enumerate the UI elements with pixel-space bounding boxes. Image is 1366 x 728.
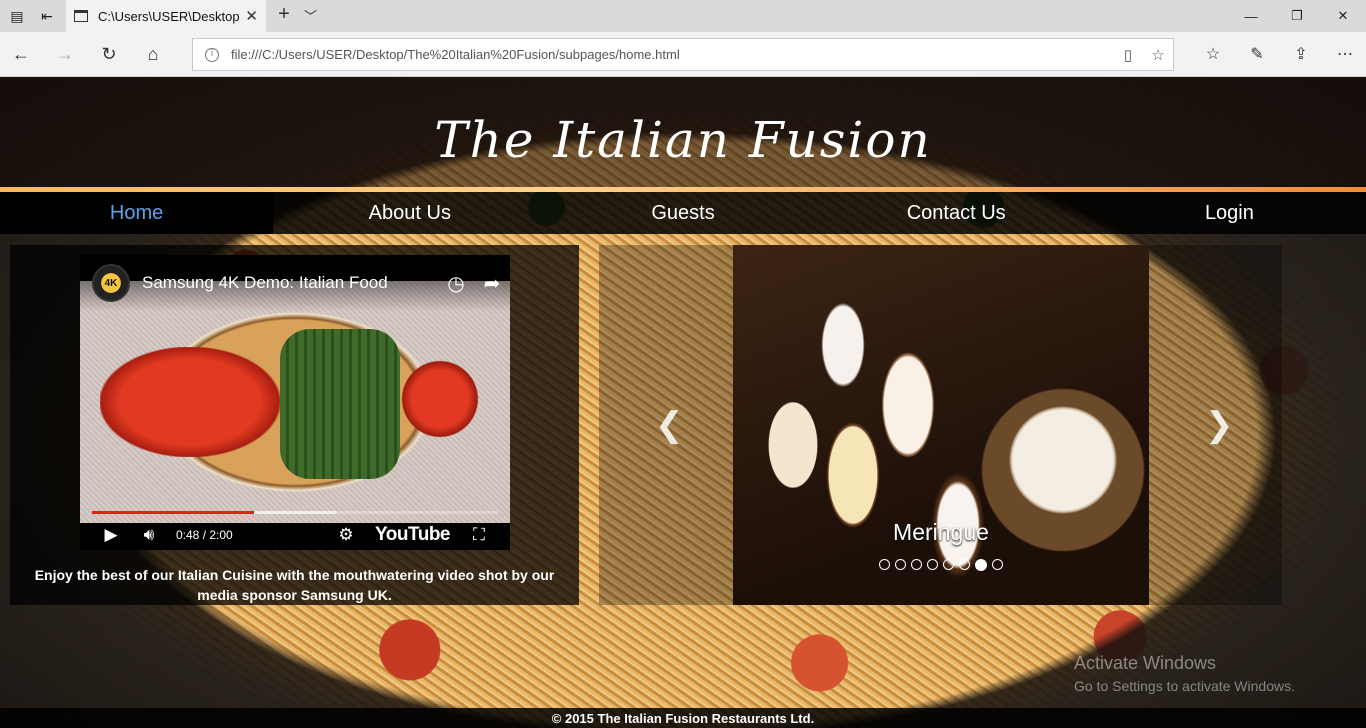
nav-guests[interactable]: Guests — [546, 192, 819, 234]
carousel-next-icon[interactable]: ❯ — [1205, 405, 1234, 445]
site-footer: © 2015 The Italian Fusion Restaurants Lt… — [0, 708, 1366, 728]
settings-gear-icon[interactable]: ⚙ — [327, 525, 365, 545]
carousel-dot[interactable] — [927, 559, 938, 570]
lobster-tail-image — [400, 359, 480, 439]
share-icon[interactable]: ⇪ — [1286, 42, 1316, 66]
fullscreen-icon[interactable]: ⛶ — [460, 525, 498, 545]
close-icon[interactable]: ✕ — [245, 7, 258, 25]
youtube-logo[interactable]: YouTube — [375, 524, 450, 546]
play-icon[interactable]: ▶ — [92, 525, 130, 545]
watch-later-icon[interactable]: ◷ — [438, 271, 474, 296]
share-arrow-icon[interactable]: ➦ — [474, 271, 510, 296]
reading-view-icon[interactable]: ▯ — [1113, 46, 1143, 64]
pen-icon[interactable]: ✎ — [1242, 42, 1272, 66]
video-progress-bar[interactable] — [92, 511, 498, 514]
video-title-bar: 4K Samsung 4K Demo: Italian Food ◷ ➦ — [80, 255, 510, 311]
info-icon[interactable]: i — [205, 47, 219, 62]
set-aside-tabs-icon[interactable]: ⇤ — [34, 4, 60, 28]
nav-login[interactable]: Login — [1093, 192, 1366, 234]
youtube-player[interactable]: 4K Samsung 4K Demo: Italian Food ◷ ➦ ▶ 🔊… — [80, 255, 510, 550]
video-title[interactable]: Samsung 4K Demo: Italian Food — [142, 273, 438, 293]
slide-caption: Meringue — [893, 519, 989, 545]
site-navigation: Home About Us Guests Contact Us Login — [0, 192, 1366, 234]
browser-tab[interactable]: C:\Users\USER\Desktop ✕ — [66, 0, 266, 32]
home-icon[interactable]: ⌂ — [140, 42, 166, 66]
video-controls: ▶ 🔊︎ 0:48 / 2:00 ⚙ YouTube ⛶ — [80, 519, 510, 550]
video-panel: 4K Samsung 4K Demo: Italian Food ◷ ➦ ▶ 🔊… — [10, 245, 579, 605]
carousel-prev-icon[interactable]: ❮ — [655, 405, 684, 445]
video-frame[interactable] — [80, 281, 510, 523]
lobster-image — [100, 347, 280, 457]
carousel-dot[interactable] — [992, 559, 1003, 570]
nav-contact-us[interactable]: Contact Us — [820, 192, 1093, 234]
browser-tab-bar: ▤ ⇤ C:\Users\USER\Desktop ✕ + ﹀ — ❐ ✕ — [0, 0, 1366, 32]
image-carousel: ❮ Meringue ❯ — [599, 245, 1282, 605]
carousel-dot[interactable] — [975, 559, 987, 571]
address-bar[interactable]: i file:///C:/Users/USER/Desktop/The%20It… — [192, 38, 1174, 71]
minimize-icon[interactable]: — — [1228, 0, 1274, 32]
carousel-dot[interactable] — [943, 559, 954, 570]
favorites-icon[interactable]: ☆ — [1198, 42, 1228, 66]
refresh-icon[interactable]: ↻ — [96, 42, 122, 66]
carousel-dot[interactable] — [911, 559, 922, 570]
web-page: The Italian Fusion Home About Us Guests … — [0, 77, 1366, 728]
site-logo[interactable]: The Italian Fusion — [434, 111, 931, 169]
browser-toolbar: ← → ↻ ⌂ i file:///C:/Users/USER/Desktop/… — [0, 32, 1366, 77]
more-icon[interactable]: ⋯ — [1330, 42, 1360, 66]
channel-avatar[interactable]: 4K — [92, 264, 130, 302]
maximize-icon[interactable]: ❐ — [1274, 0, 1320, 32]
address-text[interactable]: file:///C:/Users/USER/Desktop/The%20Ital… — [231, 47, 1113, 62]
carousel-indicators — [733, 559, 1149, 571]
carousel-dot[interactable] — [895, 559, 906, 570]
nav-home[interactable]: Home — [0, 192, 274, 234]
tab-title: C:\Users\USER\Desktop — [98, 8, 240, 24]
asparagus-image — [280, 329, 400, 479]
forward-icon[interactable]: → — [52, 42, 78, 66]
page-icon — [74, 10, 88, 22]
windows-activation-watermark: Activate Windows Go to Settings to activ… — [1074, 653, 1295, 694]
carousel-dot[interactable] — [959, 559, 970, 570]
progress-played — [92, 511, 255, 514]
watermark-subtitle: Go to Settings to activate Windows. — [1074, 678, 1295, 694]
site-header: The Italian Fusion — [0, 77, 1366, 189]
video-caption: Enjoy the best of our Italian Cuisine wi… — [34, 567, 555, 603]
plus-icon[interactable]: + — [272, 3, 296, 26]
chevron-down-icon[interactable]: ﹀ — [304, 6, 317, 25]
nav-about-us[interactable]: About Us — [273, 192, 546, 234]
video-time: 0:48 / 2:00 — [176, 527, 233, 542]
footer-copyright: © 2015 The Italian Fusion Restaurants Lt… — [551, 710, 815, 726]
tab-manager-icon[interactable]: ▤ — [4, 4, 30, 28]
carousel-dot[interactable] — [879, 559, 890, 570]
star-icon[interactable]: ☆ — [1143, 46, 1173, 64]
watermark-title: Activate Windows — [1074, 653, 1217, 673]
carousel-slide[interactable]: Meringue — [733, 245, 1149, 605]
volume-icon[interactable]: 🔊︎ — [130, 525, 168, 545]
window-close-icon[interactable]: ✕ — [1320, 0, 1366, 32]
back-icon[interactable]: ← — [8, 42, 34, 66]
